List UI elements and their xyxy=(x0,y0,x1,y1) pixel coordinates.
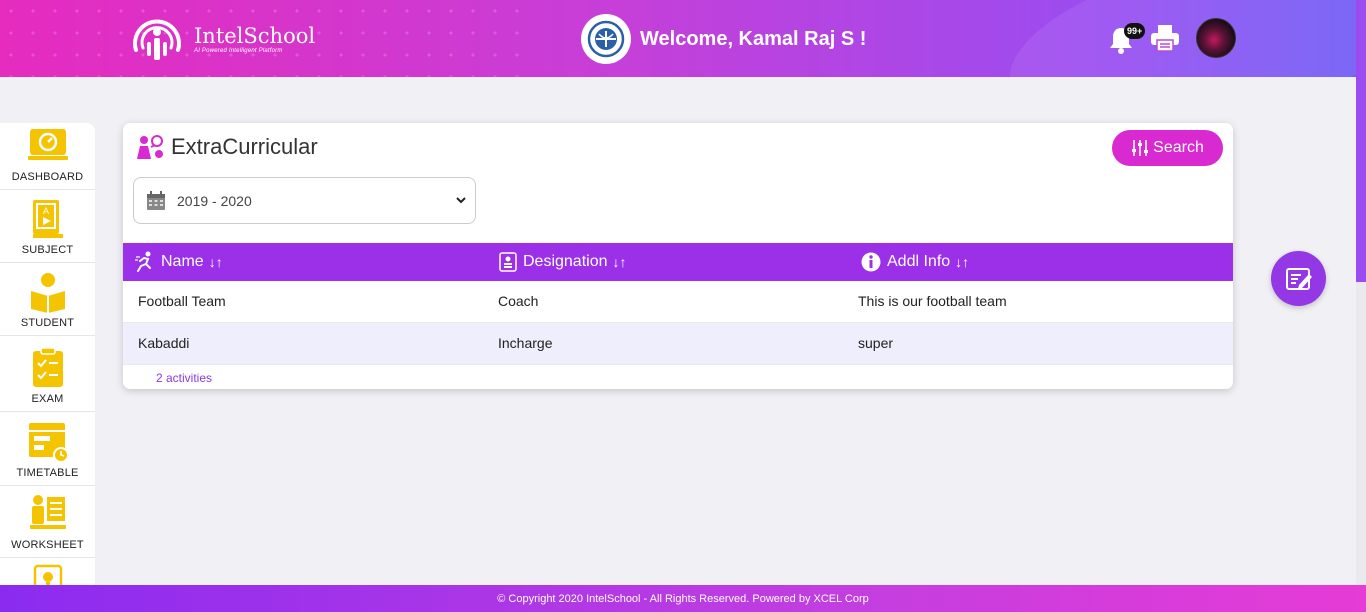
sidebar-item-label: WORKSHEET xyxy=(11,539,84,551)
id-badge-icon xyxy=(499,252,517,272)
runner-icon xyxy=(135,251,151,272)
sidebar-item-label: SUBJECT xyxy=(21,244,74,256)
activity-count: 2 activities xyxy=(156,371,213,385)
sidebar-item-dashboard[interactable]: DASHBOARD xyxy=(0,123,95,190)
extracurricular-icon xyxy=(137,135,163,159)
column-label: Name xyxy=(161,253,204,270)
subject-book-icon: A xyxy=(32,200,63,238)
page-scrollbar-thumb[interactable] xyxy=(1356,0,1366,282)
welcome-text: Welcome, Kamal Raj S ! xyxy=(640,27,867,50)
sidebar: DASHBOARD A SUBJECT STUDENT EXAM TIMETAB… xyxy=(0,123,95,585)
exam-checklist-icon xyxy=(32,347,63,387)
academic-year-select[interactable]: 2019 - 2020 xyxy=(133,177,476,224)
edit-note-icon xyxy=(1285,267,1312,290)
filter-sliders-icon xyxy=(1132,140,1149,156)
sort-icon: ↓↑ xyxy=(612,254,627,270)
sidebar-item-label: STUDENT xyxy=(20,317,75,329)
cell-name: Kabaddi xyxy=(138,335,190,351)
brand-tagline: AI Powered Intelligent Platform xyxy=(194,47,283,54)
lightbulb-icon xyxy=(33,564,62,585)
sidebar-item-label: TIMETABLE xyxy=(16,467,79,479)
app-logo[interactable]: IntelSchool AI Powered Intelligent Platf… xyxy=(128,12,315,66)
sidebar-item-exam[interactable]: EXAM xyxy=(0,336,95,412)
sidebar-item-subject[interactable]: A SUBJECT xyxy=(0,190,95,263)
column-header-addl-info[interactable]: Addl Info ↓↑ xyxy=(861,243,969,281)
cell-designation: Incharge xyxy=(498,335,553,351)
sidebar-item-label: DASHBOARD xyxy=(11,171,84,183)
cell-name: Football Team xyxy=(138,293,226,309)
avatar[interactable] xyxy=(1196,18,1236,58)
chevron-down-icon xyxy=(456,197,466,204)
sort-icon: ↓↑ xyxy=(955,254,970,270)
sort-icon: ↓↑ xyxy=(208,254,223,270)
welcome-block: Welcome, Kamal Raj S ! xyxy=(581,14,866,64)
column-header-designation[interactable]: Designation ↓↑ xyxy=(499,243,627,281)
worksheet-icon xyxy=(29,495,66,529)
search-button-label: Search xyxy=(1153,139,1204,156)
intelschool-logo-icon xyxy=(128,12,186,66)
school-emblem-icon xyxy=(581,14,631,64)
table-header: Name ↓↑ Designation ↓↑ Addl Info ↓↑ xyxy=(123,243,1233,281)
student-icon xyxy=(30,273,65,313)
logo-text: IntelSchool AI Powered Intelligent Platf… xyxy=(194,25,315,54)
column-label: Addl Info xyxy=(887,253,951,270)
dashboard-icon xyxy=(27,129,68,160)
card-header: ExtraCurricular xyxy=(135,133,318,161)
sidebar-item-more[interactable] xyxy=(0,558,95,585)
table-row[interactable]: Football Team Coach This is our football… xyxy=(123,281,1233,323)
notification-badge: 99+ xyxy=(1124,23,1146,39)
svg-text:A: A xyxy=(42,206,48,216)
page-title: ExtraCurricular xyxy=(171,134,318,159)
feedback-fab[interactable] xyxy=(1271,251,1326,306)
sidebar-item-timetable[interactable]: TIMETABLE xyxy=(0,412,95,486)
top-header: IntelSchool AI Powered Intelligent Platf… xyxy=(0,0,1366,77)
brand-name: IntelSchool xyxy=(194,23,316,48)
print-button[interactable] xyxy=(1148,21,1182,55)
academic-year-value: 2019 - 2020 xyxy=(177,192,252,209)
info-icon xyxy=(861,252,881,272)
sidebar-item-label: EXAM xyxy=(31,393,64,405)
notification-bell[interactable]: 99+ xyxy=(1108,21,1146,55)
copyright-text: © Copyright 2020 IntelSchool - All Right… xyxy=(497,592,869,605)
printer-icon xyxy=(1151,25,1179,52)
sidebar-item-student[interactable]: STUDENT xyxy=(0,263,95,336)
column-label: Designation xyxy=(523,253,608,270)
calendar-icon xyxy=(147,190,165,210)
table-row[interactable]: Kabaddi Incharge super xyxy=(123,323,1233,365)
extracurricular-card: ExtraCurricular Search 2019 - 2020 Name … xyxy=(123,123,1233,389)
cell-addl-info: super xyxy=(858,335,894,351)
header-actions: 99+ xyxy=(1108,18,1236,58)
page-footer: © Copyright 2020 IntelSchool - All Right… xyxy=(0,585,1366,612)
cell-addl-info: This is our football team xyxy=(858,293,1007,309)
timetable-icon xyxy=(28,423,69,463)
sidebar-item-worksheet[interactable]: WORKSHEET xyxy=(0,486,95,558)
search-button[interactable]: Search xyxy=(1112,130,1223,166)
cell-designation: Coach xyxy=(498,293,539,309)
column-header-name[interactable]: Name ↓↑ xyxy=(135,243,223,281)
